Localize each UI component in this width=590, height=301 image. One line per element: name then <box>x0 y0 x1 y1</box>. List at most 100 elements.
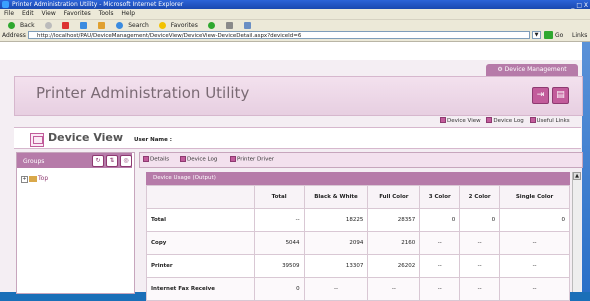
mail-button[interactable] <box>222 22 234 29</box>
useful-links-link[interactable]: Useful Links <box>529 117 570 124</box>
search-icon <box>116 22 124 29</box>
favorites-button[interactable]: Favorites <box>155 22 198 29</box>
home-icon <box>98 22 106 29</box>
internet-explorer-icon <box>2 1 9 8</box>
stop-button[interactable] <box>58 22 70 29</box>
table-cell: -- <box>367 277 421 301</box>
address-dropdown-button[interactable]: ▼ <box>532 31 541 39</box>
table-cell: -- <box>459 254 501 278</box>
links-label[interactable]: Links <box>572 30 587 41</box>
refresh-icon: ↻ <box>95 157 101 164</box>
forward-button[interactable] <box>41 22 53 29</box>
help-icon: ▤ <box>556 90 565 100</box>
address-bar: Address http://localhost/PAU/DeviceManag… <box>0 30 590 42</box>
device-view-link[interactable]: Device View <box>440 117 481 124</box>
device-usage-table: Total Black & White Full Color 3 Color 2… <box>146 185 570 301</box>
menu-view[interactable]: View <box>42 10 56 17</box>
table-cell: -- <box>253 208 305 232</box>
page-top-strip <box>0 42 590 60</box>
scroll-up-icon[interactable]: ▲ <box>573 172 581 180</box>
device-log-icon <box>180 156 186 162</box>
page-title: Device View <box>48 131 124 144</box>
table-cell: 0 <box>499 208 570 232</box>
table-cell: 39509 <box>253 254 305 278</box>
printer-icon <box>243 22 251 29</box>
table-cell: 5044 <box>253 231 305 255</box>
device-management-tab[interactable]: ⚙ Device Management <box>486 64 578 76</box>
table-cell: -- <box>419 231 461 255</box>
back-button[interactable]: Back <box>4 22 35 29</box>
table-cell: -- <box>419 277 461 301</box>
menu-edit[interactable]: Edit <box>22 10 34 17</box>
home-button[interactable] <box>94 22 106 29</box>
table-cell: 18225 <box>303 208 369 232</box>
row-label: Copy <box>146 231 255 255</box>
history-button[interactable] <box>204 22 216 29</box>
tab-device-log[interactable]: Device Log <box>180 156 217 163</box>
device-usage-header: Device Usage (Output) <box>146 172 570 185</box>
column-header: Total <box>253 185 305 209</box>
table-cell: -- <box>459 231 501 255</box>
history-icon <box>207 22 215 29</box>
stop-icon <box>62 22 70 29</box>
row-label: Printer <box>146 254 255 278</box>
groups-panel <box>16 152 135 294</box>
sort-icon: ⇅ <box>109 157 115 164</box>
address-input[interactable]: http://localhost/PAU/DeviceManagement/De… <box>28 31 530 39</box>
folder-icon <box>29 175 37 182</box>
app-title: Printer Administration Utility <box>36 84 250 102</box>
refresh-icon <box>80 22 88 29</box>
menu-help[interactable]: Help <box>121 10 135 17</box>
go-arrow-icon[interactable] <box>544 31 553 39</box>
search-groups-button[interactable]: ◎ <box>120 155 132 167</box>
column-header: Full Color <box>367 185 421 209</box>
gear-icon: ⚙ <box>497 66 505 73</box>
logout-button[interactable]: ⇥ <box>532 87 549 104</box>
forward-arrow-icon <box>44 22 52 29</box>
row-label: Internet Fax Receive <box>146 277 255 301</box>
chevron-down-icon: ▼ <box>534 32 539 38</box>
column-header: 3 Color <box>419 185 461 209</box>
tree-item-top[interactable]: + Top <box>21 175 48 183</box>
table-cell: -- <box>499 277 570 301</box>
desktop-background-edge <box>582 42 590 292</box>
column-header: 2 Color <box>459 185 501 209</box>
print-button[interactable] <box>240 22 252 29</box>
table-cell: 2160 <box>367 231 421 255</box>
tab-printer-driver[interactable]: Printer Driver <box>230 156 274 163</box>
table-cell: 26202 <box>367 254 421 278</box>
window-title: Printer Administration Utility - Microso… <box>12 1 184 8</box>
search-button[interactable]: Search <box>112 22 149 29</box>
window-title-bar: Printer Administration Utility - Microso… <box>0 0 590 9</box>
details-icon <box>143 156 149 162</box>
expand-icon[interactable]: + <box>21 176 28 183</box>
vertical-scrollbar[interactable]: ▲ <box>572 172 581 292</box>
table-row: Total -- 18225 28357 0 0 0 <box>146 208 570 232</box>
back-arrow-icon <box>8 22 15 29</box>
menu-tools[interactable]: Tools <box>99 10 114 17</box>
table-row: Copy 5044 2094 2160 -- -- -- <box>146 231 570 255</box>
table-row: Internet Fax Receive 0 -- -- -- -- -- <box>146 277 570 301</box>
refresh-groups-button[interactable]: ↻ <box>92 155 104 167</box>
go-button[interactable]: Go <box>555 30 563 41</box>
menu-file[interactable]: File <box>4 10 14 17</box>
sub-navigation: Device View Device Log Useful Links <box>440 117 574 124</box>
menu-bar: File Edit View Favorites Tools Help <box>0 9 590 19</box>
refresh-button[interactable] <box>76 22 88 29</box>
sort-groups-button[interactable]: ⇅ <box>106 155 118 167</box>
table-cell: -- <box>419 254 461 278</box>
tab-details[interactable]: Details <box>143 156 169 163</box>
printer-driver-icon <box>230 156 236 162</box>
device-log-icon <box>486 117 493 123</box>
address-label: Address <box>2 32 26 39</box>
table-cell: 0 <box>253 277 305 301</box>
device-log-link[interactable]: Device Log <box>486 117 524 124</box>
table-cell: 2094 <box>303 231 369 255</box>
help-button[interactable]: ▤ <box>552 87 569 104</box>
search-icon: ◎ <box>123 157 129 164</box>
menu-favorites[interactable]: Favorites <box>64 10 91 17</box>
table-cell: -- <box>499 254 570 278</box>
column-header: Black & White <box>303 185 369 209</box>
star-icon <box>158 22 166 29</box>
device-view-icon <box>440 117 446 123</box>
